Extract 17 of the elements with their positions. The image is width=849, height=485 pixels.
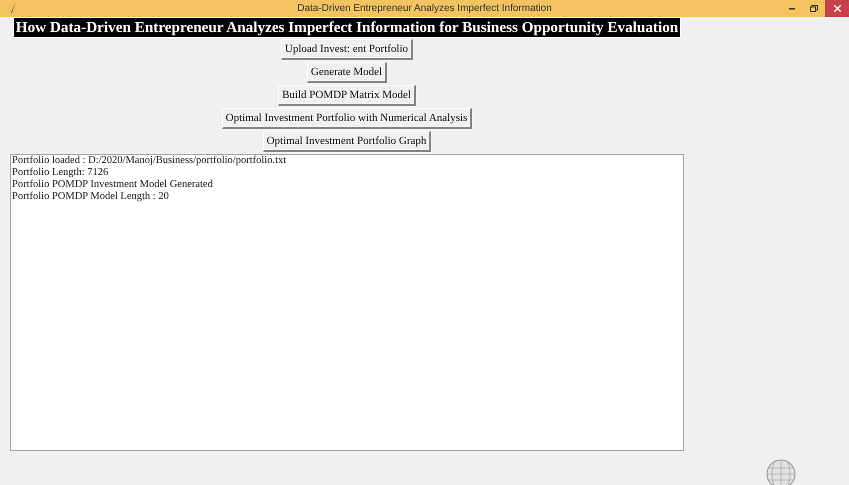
globe-icon — [766, 459, 796, 485]
close-icon — [834, 5, 840, 12]
app-heading: How Data-Driven Entrepreneur Analyzes Imperfect Information for Business Opportunity Evaluation — [14, 18, 680, 37]
action-button[interactable]: Optimal Investment Portfolio with Numerical Analysis — [222, 108, 472, 129]
maximize-icon — [810, 5, 818, 12]
action-button[interactable]: Optimal Investment Portfolio Graph — [262, 131, 432, 152]
output-line: Portfolio POMDP Model Length : 20 — [12, 191, 170, 203]
action-button[interactable]: Generate Model — [306, 62, 388, 83]
action-button[interactable]: Upload Invest: ent Portfolio — [280, 39, 414, 60]
window-title: Data-Driven Entrepreneur Analyzes Imperfect Information — [297, 4, 552, 14]
output-line: Portfolio Length: 7126 — [12, 167, 110, 179]
action-button[interactable]: Build POMDP Matrix Model — [278, 85, 416, 106]
output-line: Portfolio POMDP Investment Model Generated — [12, 179, 214, 191]
minimize-icon — [789, 8, 795, 10]
output-text-area[interactable]: Portfolio loaded : D:/2020/Manoj/Business/portfolio/portfolio.txt Portfolio Length: 7126 Portfolio POMDP Investment Model Generated Portfolio POMDP Model Length : 20 — [10, 154, 684, 451]
close-button[interactable] — [825, 0, 849, 17]
output-line: Portfolio loaded : D:/2020/Manoj/Business/portfolio/portfolio.txt — [12, 155, 288, 167]
